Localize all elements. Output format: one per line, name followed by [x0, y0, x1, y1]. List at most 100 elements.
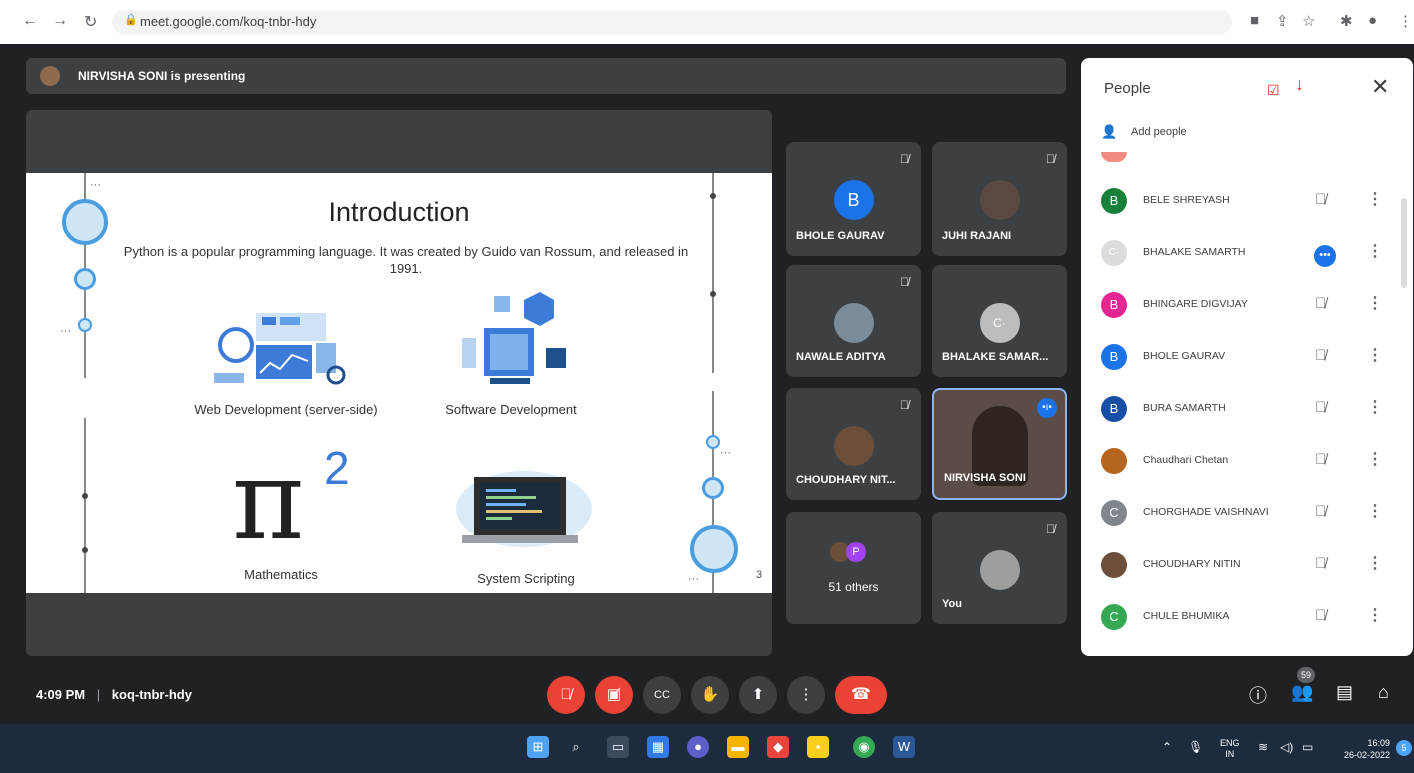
more-options-button[interactable]: ⋮ [787, 676, 825, 714]
language-indicator[interactable]: ENG IN [1220, 738, 1240, 760]
timeline-dot [82, 547, 88, 553]
person-name: Chaudhari Chetan [1143, 454, 1229, 466]
more-options-icon[interactable]: ⋮ [1367, 449, 1383, 469]
ellipsis-icon: ··· [90, 179, 101, 191]
add-person-icon[interactable]: 👤 [1101, 124, 1117, 140]
more-options-icon[interactable]: ⋮ [1367, 605, 1383, 625]
person-name: BELE SHREYASH [1143, 194, 1230, 206]
url-text[interactable]: meet.google.com/koq-tnbr-hdy [140, 14, 316, 29]
raise-hand-button[interactable]: ✋ [691, 676, 729, 714]
people-list-item[interactable]: B BHINGARE DIGVIJAY 🎙̸ ⋮ [1081, 282, 1413, 334]
file-explorer-icon[interactable]: ▬ [727, 736, 749, 758]
more-options-icon[interactable]: ⋮ [1367, 553, 1383, 573]
profile-avatar[interactable]: ● [1368, 12, 1377, 29]
mic-toggle-button[interactable]: 🎙̸ [547, 676, 585, 714]
people-list-item[interactable]: Chaudhari Chetan 🎙̸ ⋮ [1081, 438, 1413, 490]
battery-icon[interactable]: ▭ [1302, 740, 1313, 754]
more-options-icon[interactable]: ⋮ [1367, 345, 1383, 365]
participant-tile[interactable]: C· BHALAKE SAMAR... [932, 265, 1067, 377]
wifi-icon[interactable]: ≋ [1258, 740, 1268, 754]
menu-dots-icon[interactable]: ⋮ [1398, 12, 1413, 30]
more-options-icon[interactable]: ⋮ [1367, 501, 1383, 521]
microphone-icon[interactable]: 🎙 [1188, 740, 1203, 754]
people-list-item[interactable]: C· BHALAKE SAMARTH ••• ⋮ [1081, 230, 1413, 282]
task-view-icon[interactable]: ▭ [607, 736, 629, 758]
participant-tile[interactable]: 🎙̸ JUHI RAJANI [932, 142, 1067, 256]
slide-subtitle: Python is a popular programming language… [123, 244, 689, 276]
laptop-code-illustration [456, 471, 592, 547]
system-clock[interactable]: 16:09 26-02-2022 [1332, 737, 1390, 761]
present-button[interactable]: ⬆ [739, 676, 777, 714]
lock-icon[interactable]: 🔒 [124, 13, 138, 26]
language-code: ENG [1220, 738, 1240, 748]
participant-name: JUHI RAJANI [942, 230, 1012, 242]
slide-title: Introduction [328, 197, 470, 227]
avatar: P [846, 542, 866, 562]
participant-tile[interactable]: 🎙̸ NAWALE ADITYA [786, 265, 921, 377]
word-icon[interactable]: W [893, 736, 915, 758]
people-list-item[interactable]: B BURA SAMARTH 🎙̸ ⋮ [1081, 386, 1413, 438]
volume-icon[interactable]: ◁) [1280, 740, 1293, 754]
person-name: CHORGHADE VAISHNAVI [1143, 506, 1269, 518]
mic-off-icon: 🎙̸ [1315, 347, 1327, 364]
presenter-avatar [40, 66, 60, 86]
end-call-button[interactable]: ☎ [835, 676, 887, 714]
extensions-icon[interactable]: ✱ [1340, 12, 1353, 30]
participant-tile[interactable]: 🎙̸ CHOUDHARY NIT... [786, 388, 921, 500]
more-options-icon[interactable]: ⋮ [1367, 241, 1383, 261]
share-icon[interactable]: ⇪ [1276, 12, 1289, 30]
reload-icon[interactable]: ↻ [84, 12, 97, 32]
mic-off-icon: 🎙̸ [1315, 295, 1327, 312]
chat-icon[interactable]: ▤ [1336, 682, 1353, 703]
chevron-up-icon[interactable]: ⌃ [1162, 740, 1172, 754]
more-options-icon[interactable]: ⋮ [1367, 293, 1383, 313]
add-people-button[interactable]: Add people [1131, 126, 1187, 138]
timeline-ring [706, 435, 720, 449]
slide-caption-software: Software Development [445, 402, 577, 417]
widgets-icon[interactable]: ▦ [647, 736, 669, 758]
people-list-item[interactable]: C CHULE BHUMIKA 🎙̸ ⋮ [1081, 594, 1413, 646]
region-code: IN [1225, 749, 1235, 759]
divider: | [96, 687, 101, 702]
ellipsis-icon: ··· [688, 573, 699, 585]
close-icon[interactable]: ✕ [1371, 74, 1389, 100]
others-tile[interactable]: P 51 others [786, 512, 921, 624]
avatar: C· [1101, 240, 1127, 266]
host-controls-icon[interactable]: ☑ [1267, 82, 1280, 99]
activities-icon[interactable]: ⌂ [1378, 682, 1389, 703]
chat-app-icon[interactable]: ● [687, 736, 709, 758]
participant-tile[interactable]: 🎙̸ B BHOLE GAURAV [786, 142, 921, 256]
people-icon[interactable]: 👥 [1291, 682, 1313, 703]
camera-indicator-icon[interactable]: ■ [1250, 12, 1259, 29]
star-icon[interactable]: ☆ [1302, 12, 1315, 30]
brave-browser-icon[interactable]: ◆ [767, 736, 789, 758]
people-list-item[interactable]: C CHORGHADE VAISHNAVI 🎙̸ ⋮ [1081, 490, 1413, 542]
search-icon[interactable]: ⌕ [565, 736, 587, 758]
slide-caption-web: Web Development (server-side) [194, 402, 378, 417]
people-panel: People ☑ ↓ ✕ 👤 Add people B BELE SHREYAS… [1081, 58, 1413, 656]
avatar: B [833, 180, 874, 220]
arrow-right-icon[interactable]: → [52, 12, 68, 30]
people-list-item[interactable]: B BHOLE GAURAV 🎙̸ ⋮ [1081, 334, 1413, 386]
chrome-icon[interactable]: ◉ [853, 736, 875, 758]
people-list-item[interactable]: CHOUDHARY NITIN 🎙̸ ⋮ [1081, 542, 1413, 594]
panel-title: People [1104, 80, 1151, 97]
sticky-notes-icon[interactable]: ▪ [807, 736, 829, 758]
participant-tile-active-speaker[interactable]: •ı• NIRVISHA SONI [932, 388, 1067, 500]
arrow-left-icon[interactable]: ← [22, 12, 38, 30]
people-list-item[interactable]: B BELE SHREYASH 🎙̸ ⋮ [1081, 178, 1413, 230]
camera-toggle-button[interactable]: ▣̸ [595, 676, 633, 714]
notification-badge[interactable]: 5 [1396, 740, 1412, 756]
participant-tile-self[interactable]: 🎙̸ You [932, 512, 1067, 624]
meeting-details-icon[interactable]: ⓘ [1249, 682, 1267, 708]
more-options-icon[interactable]: ⋮ [1367, 189, 1383, 209]
more-options-icon[interactable]: ⋮ [1367, 397, 1383, 417]
mic-off-icon: 🎙̸ [1315, 399, 1327, 416]
mic-off-icon: 🎙̸ [900, 398, 909, 412]
timeline-ring [78, 318, 92, 332]
mic-off-icon: 🎙̸ [1315, 555, 1327, 572]
windows-start-icon[interactable]: ⊞ [527, 736, 549, 758]
captions-button[interactable]: CC [643, 676, 681, 714]
participant-name: NIRVISHA SONI [944, 472, 1026, 484]
ellipsis-icon: ··· [60, 325, 71, 337]
